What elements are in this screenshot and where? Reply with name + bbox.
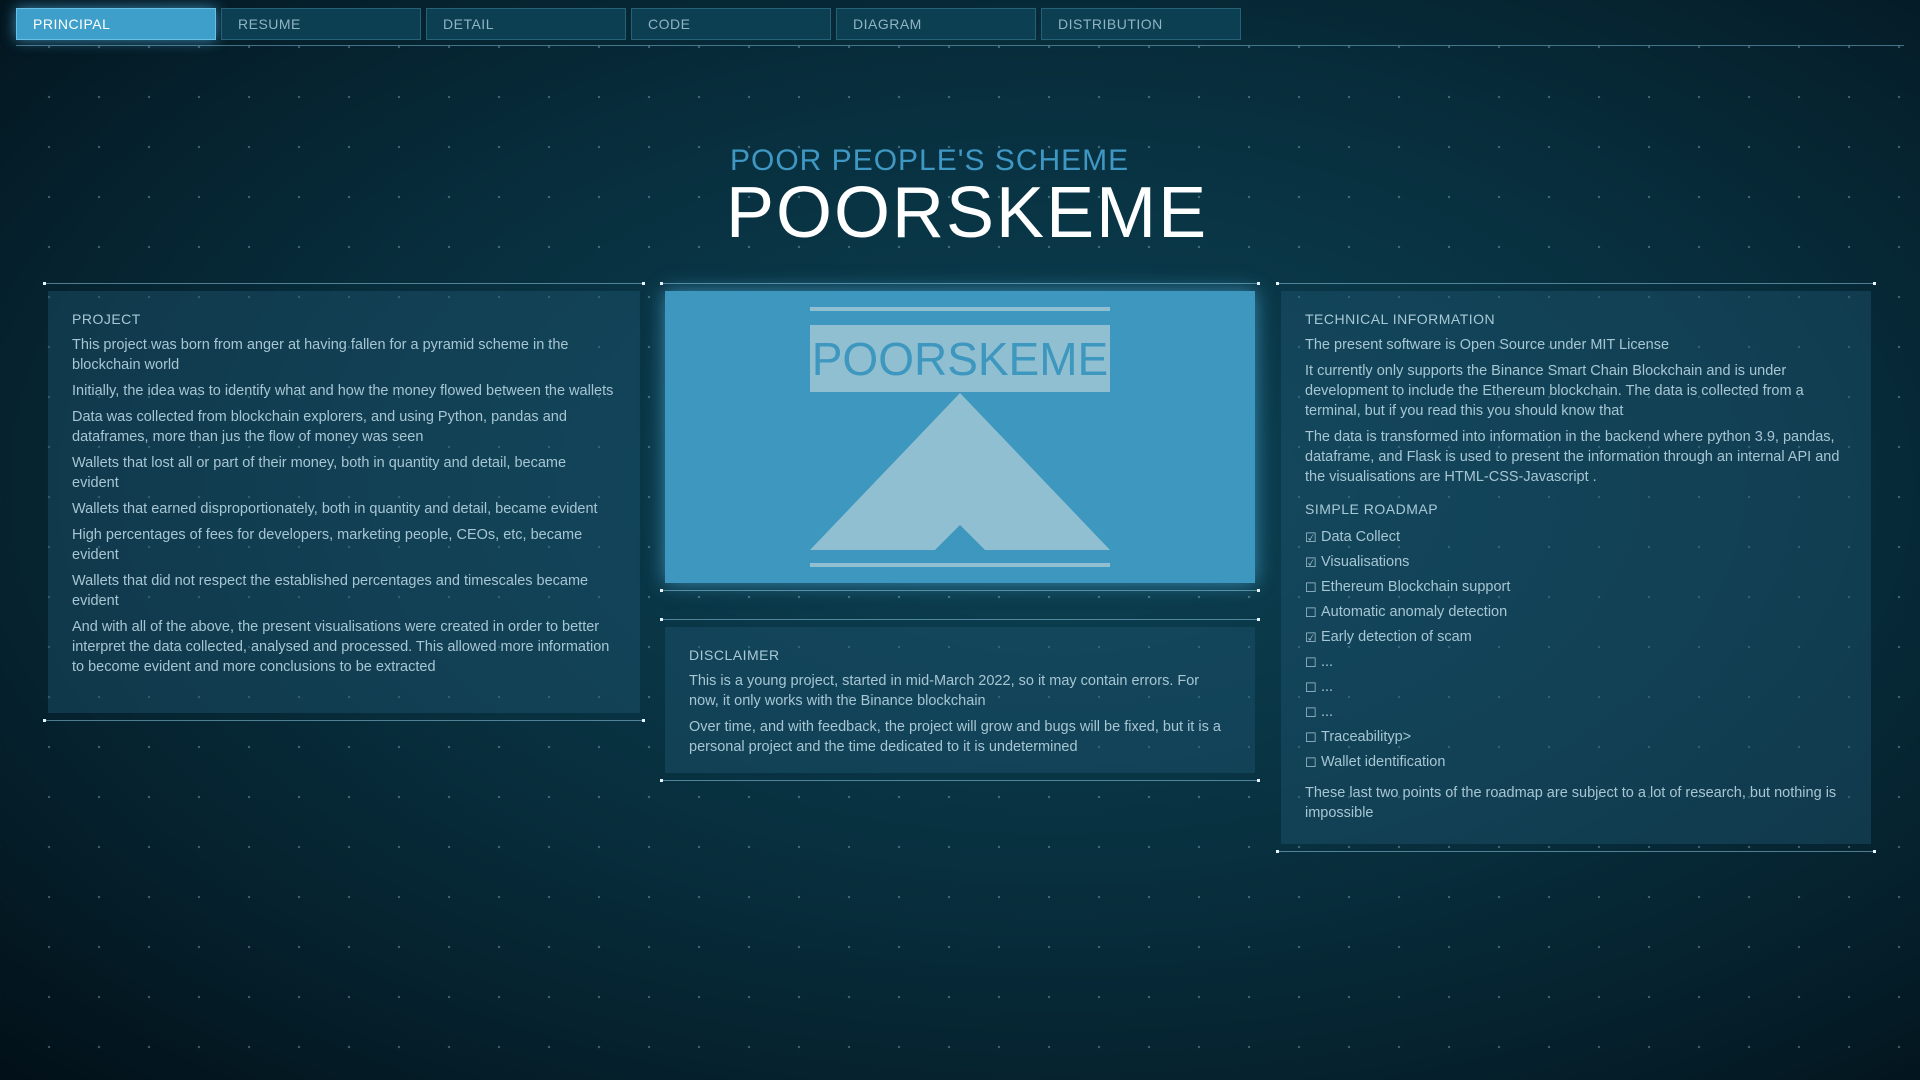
roadmap-item-label: ... [1321,704,1334,720]
roadmap-item-label: Ethereum Blockchain support [1321,579,1511,595]
paragraph: Wallets that lost all or part of their m… [72,455,567,491]
unchecked-box-icon: ☐ [1305,755,1317,770]
panel-frame-bottom [660,779,1260,782]
roadmap-item: ☐ Ethereum Blockchain support [1305,575,1847,600]
paragraph: Wallets that did not respect the establi… [72,573,589,609]
paragraph: This is a young project, started in mid-… [689,673,1200,709]
roadmap-item-label: Data Collect [1321,529,1400,545]
logo-panel: POORSKEME [660,282,1260,592]
roadmap-item: ☐ Wallet identification [1305,750,1847,775]
panel-frame-top [660,282,1260,285]
logo-image: POORSKEME [665,291,1255,583]
panel-frame-top [660,618,1260,621]
roadmap-list: ☑ Data Collect ☑ Visualisations ☐ Ethereum Bl… [1305,525,1847,775]
unchecked-box-icon: ☐ [1305,730,1317,745]
roadmap-item: ☑ Visualisations [1305,550,1847,575]
roadmap-item: ☐... [1305,675,1847,700]
panel-frame-bottom [43,719,645,722]
tab-bar: PRINCIPAL RESUME DETAIL CODE DIAGRAM DIS… [16,8,1241,40]
technical-panel: TECHNICAL INFORMATION The present softwa… [1276,282,1876,853]
panel-frame-top [1276,282,1876,285]
roadmap-item: ☐... [1305,700,1847,725]
roadmap-item-label: Visualisations [1321,554,1410,570]
paragraph: Over time, and with feedback, the projec… [689,719,1221,755]
tab-diagram[interactable]: DIAGRAM [836,8,1036,40]
roadmap-item: ☑ Data Collect [1305,525,1847,550]
panel-frame-bottom [1276,850,1876,853]
checked-box-icon: ☑ [1305,555,1317,570]
roadmap-item: ☑ Early detection of scam [1305,625,1847,650]
unchecked-box-icon: ☐ [1305,680,1317,695]
paragraph: Initially, the idea was to identify what… [72,383,614,399]
technical-title: TECHNICAL INFORMATION [1305,311,1496,327]
roadmap-title: SIMPLE ROADMAP [1305,501,1439,517]
paragraph: High percentages of fees for developers,… [72,527,583,563]
disclaimer-title: DISCLAIMER [689,647,780,663]
tab-resume[interactable]: RESUME [221,8,421,40]
tab-distribution[interactable]: DISTRIBUTION [1041,8,1241,40]
roadmap-item-label: Automatic anomaly detection [1321,604,1508,620]
roadmap-footer: These last two points of the roadmap are… [1305,785,1837,821]
roadmap-item-label: ... [1321,679,1334,695]
paragraph: The present software is Open Source unde… [1305,337,1670,353]
tab-bar-divider [16,45,1904,46]
roadmap-item-label: ... [1321,654,1334,670]
paragraph: Wallets that earned disproportionately, … [72,501,598,517]
roadmap-item-label: Wallet identification [1321,754,1446,770]
panel-frame-bottom [660,589,1260,592]
tab-detail[interactable]: DETAIL [426,8,626,40]
technical-paragraphs: The present software is Open Source unde… [1305,335,1847,487]
tab-code[interactable]: CODE [631,8,831,40]
checked-box-icon: ☑ [1305,630,1317,645]
paragraph: And with all of the above, the present v… [72,619,610,675]
checked-box-icon: ☑ [1305,530,1317,545]
paragraph: It currently only supports the Binance S… [1305,363,1804,419]
unchecked-box-icon: ☐ [1305,605,1317,620]
tab-principal[interactable]: PRINCIPAL [16,8,216,40]
pyramid-logo-icon: POORSKEME [810,307,1110,567]
roadmap-item-label: Early detection of scam [1321,629,1472,645]
unchecked-box-icon: ☐ [1305,580,1317,595]
roadmap-item: ☐ Automatic anomaly detection [1305,600,1847,625]
logo-text: POORSKEME [812,333,1109,385]
project-panel: PROJECT This project was born from anger… [43,282,645,722]
project-paragraphs: This project was born from anger at havi… [72,335,616,677]
disclaimer-paragraphs: This is a young project, started in mid-… [689,671,1231,757]
paragraph: Data was collected from blockchain explo… [72,409,567,445]
roadmap-item: ☐... [1305,650,1847,675]
roadmap-item-label: Traceabilityp> [1321,729,1412,745]
unchecked-box-icon: ☐ [1305,655,1317,670]
unchecked-box-icon: ☐ [1305,705,1317,720]
disclaimer-panel: DISCLAIMER This is a young project, star… [660,618,1260,782]
paragraph: The data is transformed into information… [1305,429,1840,485]
project-title: PROJECT [72,311,141,327]
roadmap-item: ☐ Traceabilityp> [1305,725,1847,750]
page-title: POORSKEME [726,173,1209,253]
panel-frame-top [43,282,645,285]
paragraph: This project was born from anger at havi… [72,337,569,373]
